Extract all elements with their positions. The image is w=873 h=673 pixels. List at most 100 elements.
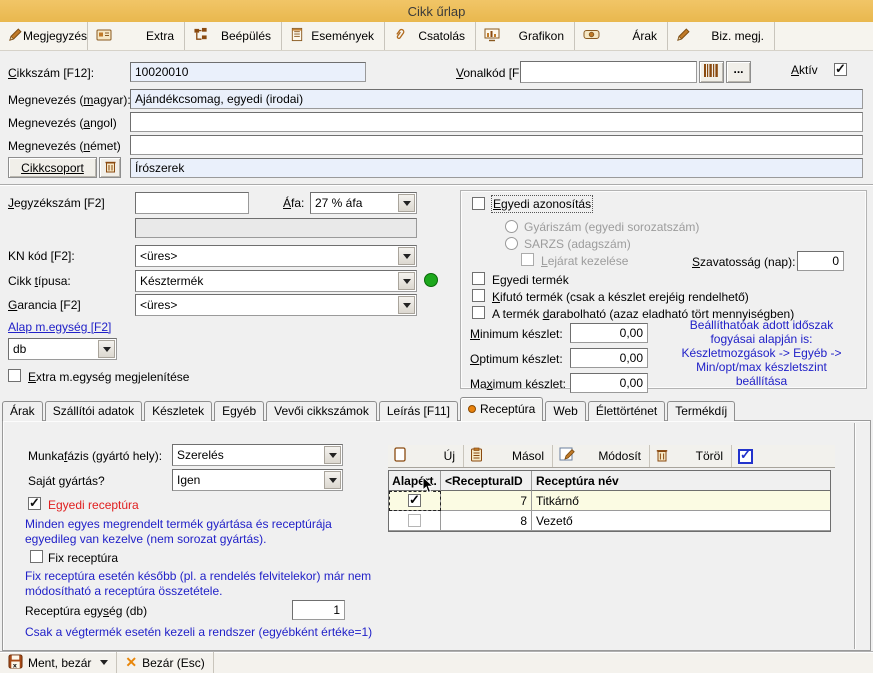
munkafazis-dropdown[interactable]: Szerelés xyxy=(172,444,343,466)
tab-label: Készletek xyxy=(152,404,204,418)
alap-megyseg-dropdown[interactable]: db xyxy=(8,338,117,360)
szavatossag-input[interactable]: 0 xyxy=(797,251,844,271)
afa-label: Áfa: xyxy=(283,196,304,210)
toolbar-filler xyxy=(775,22,873,50)
lejarat-label: Lejárat kezelése xyxy=(541,254,628,268)
blue-checkbox-icon xyxy=(738,449,753,464)
receptura-egyseg-input[interactable]: 1 xyxy=(292,600,345,620)
tab-egyeb[interactable]: Egyéb xyxy=(214,401,264,421)
darabolhato-checkbox[interactable] xyxy=(472,306,485,319)
grid-cell-alapert[interactable] xyxy=(389,491,441,511)
toolbar-biz-megj-button[interactable]: Biz. megj. xyxy=(668,22,775,50)
cikk-tipusa-dropdown[interactable]: Késztermék xyxy=(135,270,417,292)
grid-cell-id[interactable]: 7 xyxy=(441,491,532,511)
close-button[interactable]: ✕ Bezár (Esc) xyxy=(117,652,213,673)
megnevezes-magyar-input[interactable]: Ajándékcsomag, egyedi (irodai) xyxy=(130,89,863,109)
table-row[interactable]: 7 Titkárnő xyxy=(389,491,830,511)
cell-value: Vezető xyxy=(536,514,573,528)
tab-arak[interactable]: Árak xyxy=(2,401,43,421)
egyedi-azonositas-checkbox[interactable] xyxy=(472,197,485,210)
alap-megyseg-link[interactable]: Alap m.egység [F2] xyxy=(8,320,111,334)
vonalkod-input[interactable] xyxy=(520,61,697,83)
cikkcsoport-button[interactable]: Cikkcsoport xyxy=(8,157,97,178)
tab-vevoi-cikkszamok[interactable]: Vevői cikkszámok xyxy=(266,401,377,421)
megnevezes-angol-input[interactable] xyxy=(130,112,863,132)
afa-dropdown[interactable]: 27 % áfa xyxy=(310,192,417,214)
afa-value: 27 % áfa xyxy=(315,196,362,210)
toolbar-arak-button[interactable]: Árak xyxy=(575,22,668,50)
toolbar-megjegyzes-button[interactable]: Megjegyzés xyxy=(0,22,88,50)
grid-cell-id[interactable]: 8 xyxy=(441,511,532,531)
grid-header-recepturaid[interactable]: <RecepturaID xyxy=(441,471,532,491)
toolbar-item-label: Csatolás xyxy=(418,29,465,43)
cell-value: Titkárnő xyxy=(536,494,579,508)
cikkszam-input[interactable]: 10020010 xyxy=(130,62,366,82)
tab-receptura[interactable]: Receptúra xyxy=(460,397,543,421)
jegyzekszam-input[interactable] xyxy=(135,192,249,214)
grid-modify-button[interactable]: Módosít xyxy=(553,445,650,467)
chevron-down-icon[interactable] xyxy=(398,247,415,265)
tab-szallitoi-adatok[interactable]: Szállítói adatok xyxy=(45,401,142,421)
grid-copy-button[interactable]: Másol xyxy=(464,445,553,467)
row-checkbox[interactable] xyxy=(408,494,421,507)
grid-select-button[interactable] xyxy=(732,445,772,467)
vonalkod-label: Vonalkód [F2] xyxy=(456,66,529,80)
cikkcsoport-button-label: Cikkcsoport xyxy=(21,161,84,175)
grid-cell-name[interactable]: Vezető xyxy=(532,511,830,531)
egyedi-termek-checkbox[interactable] xyxy=(472,272,485,285)
garancia-dropdown[interactable]: <üres> xyxy=(135,294,417,316)
toolbar-item-label: Grafikon xyxy=(519,29,564,43)
aktiv-checkbox[interactable] xyxy=(834,63,847,76)
chevron-down-icon[interactable] xyxy=(98,340,115,358)
tab-keszletek[interactable]: Készletek xyxy=(144,401,212,421)
munkafazis-label: Munkafázis (gyártó hely): xyxy=(28,449,162,463)
grid-delete-button[interactable]: Töröl xyxy=(650,445,732,467)
optimum-keszlet-input[interactable]: 0,00 xyxy=(570,348,648,368)
fix-receptura-label: Fix receptúra xyxy=(48,551,118,565)
aktiv-label: Aktív xyxy=(791,63,818,77)
tab-label: Termékdíj xyxy=(675,404,727,418)
row-checkbox[interactable] xyxy=(408,514,421,527)
receptura-egyseg-value: 1 xyxy=(333,603,340,617)
toolbar-item-label: Megjegyzés xyxy=(23,29,87,43)
toolbar-beepules-button[interactable]: Beépülés xyxy=(185,22,282,50)
grid-header-receptura-nev[interactable]: Receptúra név xyxy=(532,471,830,491)
toolbar-csatolas-button[interactable]: Csatolás xyxy=(385,22,476,50)
minimum-keszlet-input[interactable]: 0,00 xyxy=(570,323,648,343)
grid-cell-name[interactable]: Titkárnő xyxy=(532,491,830,511)
tab-leiras[interactable]: Leírás [F11] xyxy=(379,401,458,421)
toolbar-grafikon-button[interactable]: Grafikon xyxy=(476,22,575,50)
vonalkod-ellipsis-button[interactable]: ... xyxy=(726,61,751,83)
cikkcsoport-clear-button[interactable] xyxy=(99,157,121,178)
egyedi-azonositas-label: Egyedi azonosítás xyxy=(493,197,591,211)
egyedi-receptura-checkbox[interactable] xyxy=(28,497,41,510)
edit-icon xyxy=(559,447,575,465)
maximum-keszlet-input[interactable]: 0,00 xyxy=(570,373,648,393)
sajat-gyartas-dropdown[interactable]: Igen xyxy=(172,469,343,491)
tab-label: Élettörténet xyxy=(596,404,657,418)
extra-megyseg-checkbox[interactable] xyxy=(8,369,21,382)
save-close-button[interactable]: x Ment, bezár xyxy=(0,652,117,673)
chevron-down-icon[interactable] xyxy=(398,296,415,314)
tab-label: Árak xyxy=(10,404,35,418)
window-title: Cikk űrlap xyxy=(408,4,466,19)
toolbar-extra-button[interactable]: Extra xyxy=(88,22,185,50)
chevron-down-icon[interactable] xyxy=(324,471,341,489)
chevron-down-icon[interactable] xyxy=(324,446,341,464)
kn-kod-dropdown[interactable]: <üres> xyxy=(135,245,417,267)
tab-web[interactable]: Web xyxy=(545,401,585,421)
grid-new-button[interactable]: Új xyxy=(388,445,464,467)
new-page-icon xyxy=(394,447,406,465)
table-row[interactable]: 8 Vezető xyxy=(389,511,830,531)
cikkcsoport-value-field[interactable]: Írószerek xyxy=(130,158,863,178)
barcode-button[interactable] xyxy=(699,61,724,83)
chevron-down-icon[interactable] xyxy=(398,272,415,290)
toolbar-esemenyek-button[interactable]: Események xyxy=(282,22,385,50)
chevron-down-icon[interactable] xyxy=(398,194,415,212)
fix-receptura-checkbox[interactable] xyxy=(30,550,43,563)
kifuto-checkbox[interactable] xyxy=(472,289,485,302)
tab-termekdij[interactable]: Termékdíj xyxy=(667,401,735,421)
megnevezes-nemet-input[interactable] xyxy=(130,135,863,155)
grid-cell-alapert[interactable] xyxy=(389,511,441,531)
tab-elettortenet[interactable]: Élettörténet xyxy=(588,401,665,421)
